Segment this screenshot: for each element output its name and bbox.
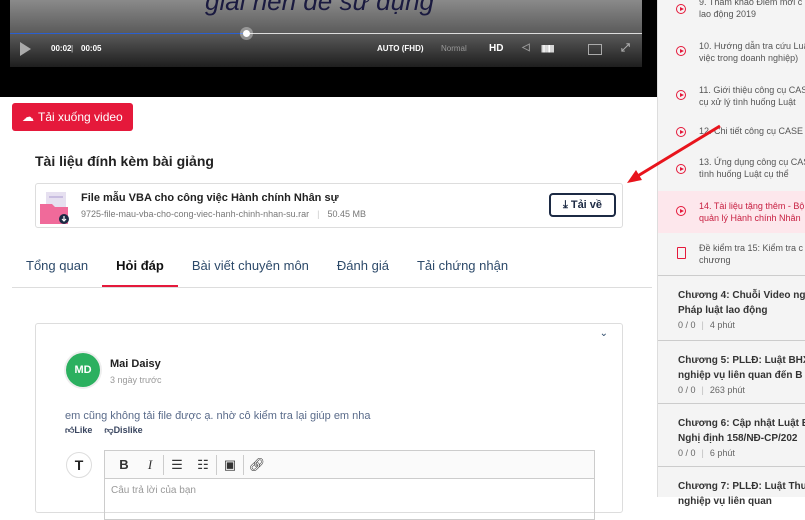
play-circle-icon	[676, 164, 686, 174]
video-player[interactable]: giải nén để sử dụng 00:02 | 00:05 AUTO (…	[0, 0, 657, 97]
lesson-item[interactable]: 9. Tham khảo Điểm mới c lao động 2019	[658, 0, 805, 28]
cloud-download-icon: ☁	[22, 110, 34, 124]
folder-file-icon	[40, 192, 69, 224]
play-circle-icon	[676, 4, 686, 14]
file-path: 9725-file-mau-vba-cho-cong-viec-hanh-chi…	[81, 209, 310, 219]
tabs: Tổng quan Hỏi đáp Bài viết chuyên môn Đá…	[12, 250, 652, 288]
tab-reviews[interactable]: Đánh giá	[323, 250, 403, 287]
avatar: MD	[66, 353, 100, 387]
download-video-button[interactable]: ☁ Tải xuống video	[12, 103, 133, 131]
speed-button[interactable]: Normal	[441, 44, 467, 53]
lesson-item[interactable]: 10. Hướng dẫn tra cứu Luật việc trong doa…	[658, 38, 805, 78]
file-name: File mẫu VBA cho công việc Hành chính Nh…	[81, 192, 339, 204]
user-avatar-logo: T	[66, 452, 92, 478]
video-screen[interactable]: giải nén để sử dụng 00:02 | 00:05 AUTO (…	[10, 0, 642, 67]
reply-editor[interactable]: B I ☰ ☷ ▣ 🔗︎ Câu trả lời của bạn	[104, 450, 595, 520]
chapter-item[interactable]: Chương 4: Chuỗi Video ng Pháp luật lao độ…	[658, 275, 805, 340]
volume-slider[interactable]: ||||||||||	[541, 44, 554, 53]
lesson-item[interactable]: 11. Giới thiệu công cụ CAS cụ xử lý tình …	[658, 82, 805, 122]
chevron-down-icon[interactable]: ⌄	[600, 328, 608, 339]
file-size: 50.45 MB	[327, 209, 366, 219]
image-icon[interactable]: ▣	[217, 457, 243, 473]
comment-time: 3 ngày trước	[110, 375, 162, 385]
quality-button[interactable]: AUTO (FHD)	[377, 44, 424, 53]
tab-overview[interactable]: Tổng quan	[12, 250, 102, 287]
quiz-icon	[677, 247, 686, 259]
pip-icon[interactable]	[588, 44, 602, 55]
download-icon: ⤓	[562, 198, 568, 211]
bold-icon[interactable]: B	[111, 457, 137, 472]
dislike-button[interactable]: 👎︎Dislike	[104, 425, 142, 436]
volume-icon[interactable]: ◁	[522, 42, 530, 53]
like-button[interactable]: 👍︎Like	[65, 425, 92, 436]
video-caption: giải nén để sử dụng	[205, 0, 434, 16]
tab-qa[interactable]: Hỏi đáp	[102, 250, 178, 287]
seek-progress	[10, 33, 247, 34]
quiz-item[interactable]: Đề kiểm tra 15: Kiểm tra c chương	[658, 233, 805, 275]
comment-text: em cũng không tải file được ạ. nhờ cô ki…	[65, 410, 371, 422]
download-video-label: Tải xuống video	[38, 110, 123, 124]
lesson-item[interactable]: 13. Ứng dụng công cụ CAS tình huống Luật …	[658, 156, 805, 192]
fullscreen-icon[interactable]: ⤢	[621, 42, 630, 55]
play-circle-icon	[676, 46, 686, 56]
chapter-item[interactable]: Chương 5: PLLĐ: Luật BHX nghiệp vụ liên q…	[658, 340, 805, 403]
play-circle-icon	[676, 90, 686, 100]
time-total: 00:05	[81, 44, 102, 53]
download-label: Tải về	[570, 199, 603, 211]
attachment-item: File mẫu VBA cho công việc Hành chính Nh…	[35, 183, 623, 228]
reply-input[interactable]: Câu trả lời của bạn	[105, 479, 594, 502]
lesson-item[interactable]: 12. Chi tiết công cụ CASE	[658, 124, 805, 150]
time-current: 00:02	[51, 44, 72, 53]
link-icon[interactable]: 🔗︎	[244, 457, 270, 473]
attachments-title: Tài liệu đính kèm bài giảng	[35, 153, 214, 169]
course-sidebar: 9. Tham khảo Điểm mới c lao động 2019 10.…	[657, 0, 805, 506]
play-icon[interactable]	[20, 42, 31, 56]
comment-card: ⌄ MD Mai Daisy 3 ngày trước em cũng khôn…	[35, 323, 623, 520]
ordered-list-icon[interactable]: ☰	[164, 457, 190, 473]
bullet-list-icon[interactable]: ☷	[190, 457, 216, 473]
chapter-item[interactable]: Chương 7: PLLĐ: Luật Thu nghiệp vụ liên q…	[658, 466, 805, 506]
thumbs-down-icon: 👎︎	[104, 425, 114, 435]
lesson-item-active[interactable]: 14. Tài liệu tặng thêm - Bộ quản lý Hành …	[658, 191, 805, 233]
play-circle-icon	[676, 206, 686, 216]
tab-certificate[interactable]: Tải chứng nhận	[403, 250, 522, 287]
comment-author[interactable]: Mai Daisy	[110, 358, 161, 370]
thumbs-up-icon: 👍︎	[65, 425, 75, 435]
tab-articles[interactable]: Bài viết chuyên môn	[178, 250, 323, 287]
play-circle-icon	[676, 127, 686, 137]
editor-toolbar: B I ☰ ☷ ▣ 🔗︎	[105, 451, 594, 479]
seek-handle[interactable]	[240, 27, 253, 40]
italic-icon[interactable]: I	[137, 457, 163, 473]
hd-button[interactable]: HD	[489, 43, 503, 54]
chapter-item[interactable]: Chương 6: Cập nhật Luật E Nghị định 158/N…	[658, 403, 805, 466]
download-file-button[interactable]: ⤓ Tải về	[549, 193, 616, 217]
